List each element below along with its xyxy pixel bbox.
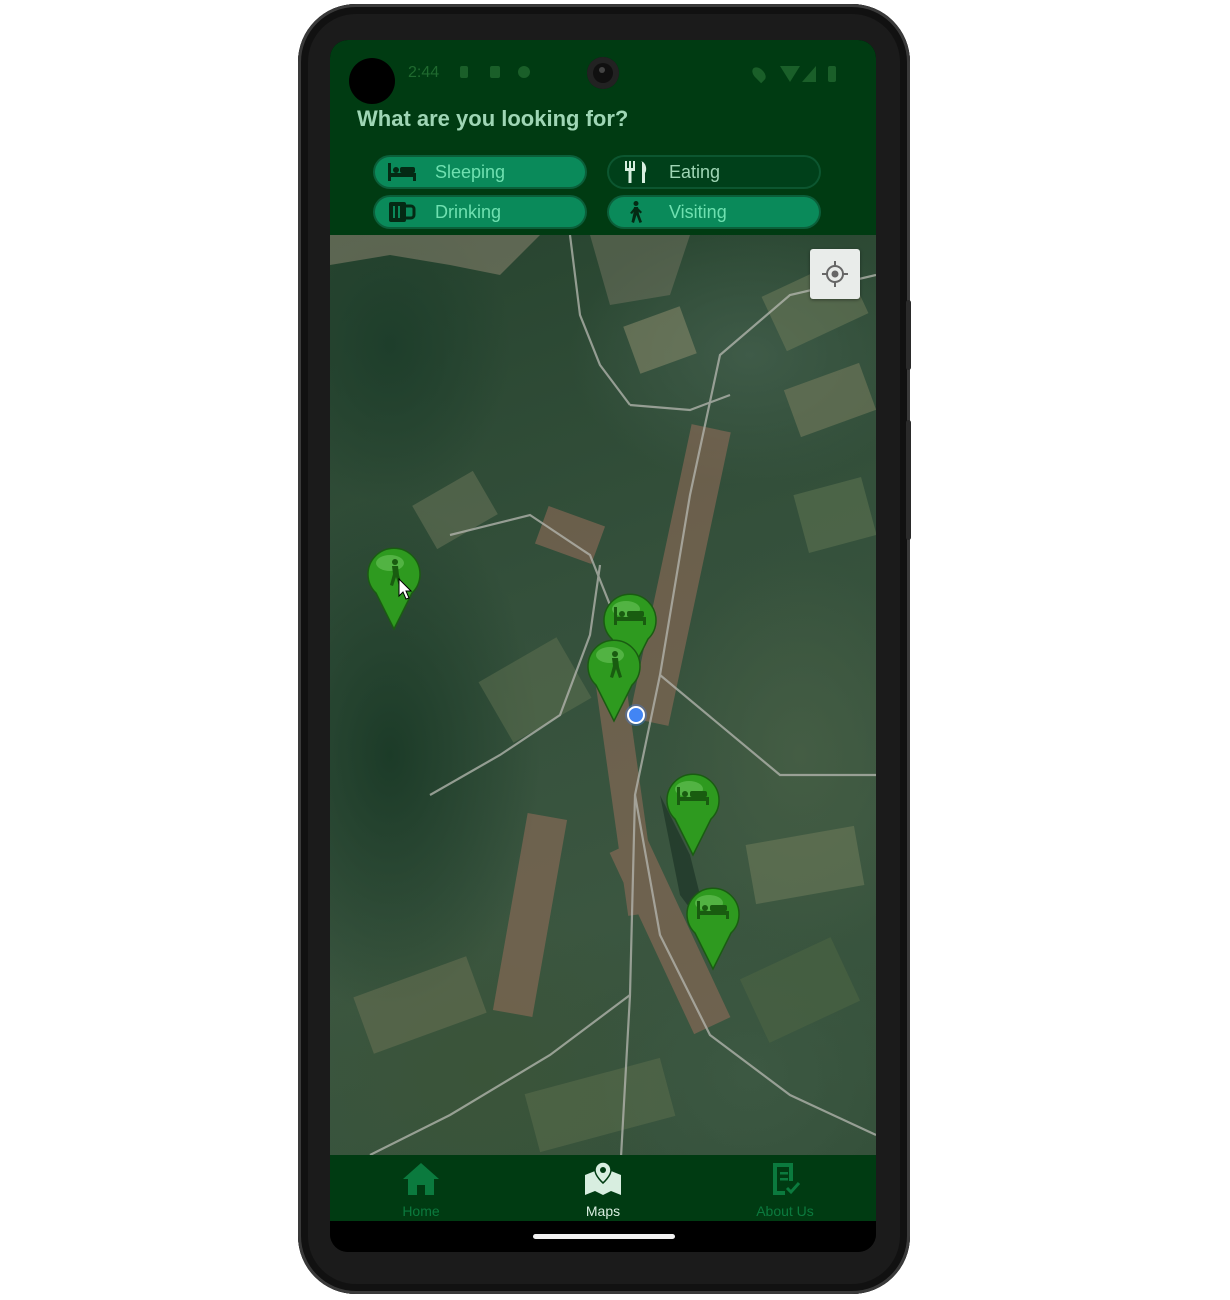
page-title: What are you looking for? xyxy=(357,106,629,131)
map-pin-icon xyxy=(585,1161,621,1195)
map-marker-sleeping[interactable] xyxy=(665,773,721,857)
filter-chip-label: Visiting xyxy=(669,202,727,222)
status-bar: 2:44 xyxy=(330,60,876,90)
nav-maps[interactable]: Maps xyxy=(512,1155,694,1221)
nav-home[interactable]: Home xyxy=(330,1155,512,1221)
bed-icon xyxy=(666,773,720,857)
sync-icon xyxy=(518,66,530,78)
filter-chip-eating[interactable]: Eating xyxy=(609,157,819,187)
document-check-icon xyxy=(773,1163,801,1195)
mouse-cursor-icon xyxy=(398,578,412,600)
location-icon xyxy=(749,64,769,84)
volume-button xyxy=(906,420,911,540)
power-button xyxy=(906,300,911,370)
home-icon xyxy=(403,1163,439,1195)
gesture-area xyxy=(330,1221,876,1252)
top-app-bar: 2:44 What are you looking for? Sleeping xyxy=(330,40,876,235)
user-location-dot xyxy=(627,706,645,724)
nav-label: About Us xyxy=(756,1203,814,1219)
bed-icon xyxy=(686,887,740,971)
map-marker-sleeping[interactable] xyxy=(685,887,741,971)
nav-label: Maps xyxy=(585,1203,621,1219)
signal-icon xyxy=(802,66,816,82)
filter-chip-sleeping[interactable]: Sleeping xyxy=(375,157,585,187)
sd-card-icon xyxy=(490,66,500,78)
home-gesture-bar[interactable] xyxy=(533,1234,675,1239)
bed-icon xyxy=(388,163,416,181)
wifi-icon xyxy=(780,66,800,82)
fork-knife-icon xyxy=(625,161,647,183)
battery-icon xyxy=(828,66,836,82)
nav-label: Home xyxy=(402,1203,440,1219)
map-marker-visiting[interactable] xyxy=(366,547,422,631)
walking-person-icon xyxy=(630,201,642,223)
filter-chip-label: Drinking xyxy=(435,202,502,222)
filter-chip-visiting[interactable]: Visiting xyxy=(609,197,819,227)
satellite-map[interactable] xyxy=(330,235,876,1155)
notification-icon xyxy=(460,66,468,78)
filter-chip-label: Sleeping xyxy=(435,162,506,182)
filter-chip-drinking[interactable]: Drinking xyxy=(375,197,585,227)
crosshair-icon xyxy=(822,261,848,287)
filter-chip-label: Eating xyxy=(669,162,721,182)
status-time: 2:44 xyxy=(408,64,440,81)
locate-me-button[interactable] xyxy=(810,249,860,299)
walking-person-icon xyxy=(367,547,421,631)
nav-about-us[interactable]: About Us xyxy=(694,1155,876,1221)
bottom-navigation: Home Maps About Us xyxy=(330,1155,876,1221)
beer-mug-icon xyxy=(389,202,416,222)
phone-screen: 2:44 What are you looking for? Sleeping xyxy=(330,40,876,1252)
